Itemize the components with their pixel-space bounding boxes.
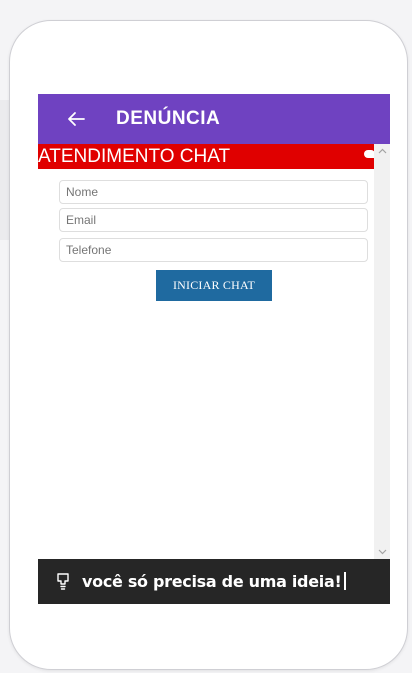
bottom-banner: você só precisa de uma ideia! <box>38 559 390 604</box>
chat-form-area: ATENDIMENTO CHAT INICIAR CHAT <box>38 144 390 559</box>
lightbulb-icon <box>54 572 72 592</box>
back-arrow-icon[interactable] <box>65 108 87 130</box>
page-title: DENÚNCIA <box>116 108 221 129</box>
scroll-down-icon[interactable] <box>374 545 390 559</box>
phone-field[interactable] <box>59 238 368 262</box>
scroll-up-icon[interactable] <box>374 144 390 158</box>
scrollbar[interactable] <box>374 144 390 559</box>
chat-header: ATENDIMENTO CHAT <box>38 144 374 169</box>
app-bar: DENÚNCIA <box>38 94 390 144</box>
typing-cursor <box>344 572 347 590</box>
email-field[interactable] <box>59 208 368 232</box>
name-field[interactable] <box>59 180 368 204</box>
start-chat-button[interactable]: INICIAR CHAT <box>156 270 272 301</box>
banner-text: você só precisa de uma ideia! <box>82 572 347 591</box>
